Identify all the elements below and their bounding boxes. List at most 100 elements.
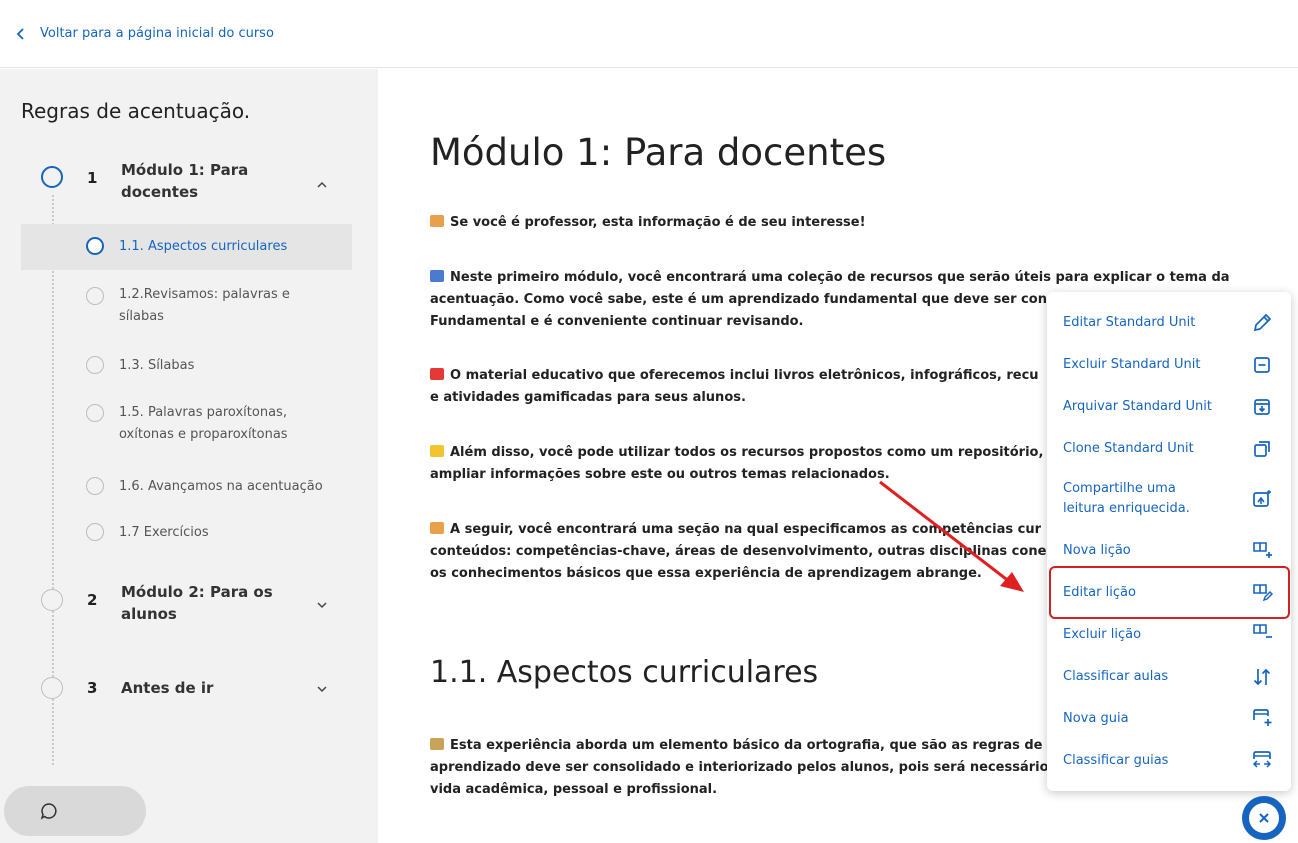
teacher-emoji-icon [430,215,444,227]
lesson-1-5[interactable]: 1.5. Palavras paroxítonas, oxítonas e pr… [21,398,352,452]
course-sidebar: Regras de acentuação. 1 Módulo 1: Para d… [0,69,378,843]
module-title: Módulo 2: Para os alunos [121,581,273,625]
module-title-line2: alunos [121,605,177,623]
menu-item-delete-unit[interactable]: Excluir Standard Unit [1047,348,1291,382]
chevron-up-icon[interactable] [316,179,328,191]
module-title: Antes de ir [121,679,214,697]
lesson-label: 1.7 Exercícios [119,525,209,540]
back-link-label: Voltar para a página inicial do curso [40,26,274,41]
lesson-status-circle [86,356,104,374]
paragraph-line: O material educativo que oferecemos incl… [450,368,1039,383]
copy-icon [1254,441,1270,457]
lesson-label-line2: oxítonas e proparoxítonas [119,427,288,442]
lesson-label: 1.5. Palavras paroxítonas, oxítonas e pr… [119,402,288,446]
paragraph-line: Se você é professor, esta informação é d… [450,215,866,230]
share-image-icon [1253,490,1271,507]
hourglass-emoji-icon [430,738,444,750]
menu-item-clone-unit[interactable]: Clone Standard Unit [1047,432,1291,466]
menu-item-label: Arquivar Standard Unit [1063,399,1212,414]
chevron-down-icon[interactable] [316,599,328,611]
paragraph-line: vida acadêmica, pessoal e profissional. [430,782,718,797]
lesson-status-circle [86,237,104,255]
menu-item-label: Classificar guias [1063,753,1169,768]
close-icon [1259,813,1269,823]
paragraph-line: e atividades gamificadas para seus aluno… [430,390,746,405]
menu-item-label-line2: leitura enriquecida. [1063,501,1190,516]
minus-box-icon [1254,357,1270,373]
paragraph-line: Esta experiência aborda um elemento bási… [450,738,1043,753]
menu-item-label: Compartilhe uma leitura enriquecida. [1063,479,1190,519]
lesson-status-circle [86,477,104,495]
paragraph-intro: Se você é professor, esta informação é d… [430,212,1250,234]
page-title: Módulo 1: Para docentes [430,131,887,174]
lesson-label: 1.2.Revisamos: palavras e sílabas [119,284,290,328]
module-3[interactable]: 3 Antes de ir [0,675,378,705]
section-title: 1.1. Aspectos curriculares [430,655,819,690]
module-status-circle [41,677,63,699]
lesson-1-1[interactable]: 1.1. Aspectos curriculares [21,224,352,270]
paragraph-line: conteúdos: competências-chave, áreas de … [430,544,1047,559]
highlight-box [1049,566,1290,619]
module-title-line1: Módulo 2: Para os [121,583,273,601]
module-title: Módulo 1: Para docentes [121,159,248,203]
book-plus-icon [1253,542,1272,558]
module-number: 1 [87,169,98,187]
module-2[interactable]: 2 Módulo 2: Para os alunos [0,581,378,633]
menu-item-label: Classificar aulas [1063,669,1169,684]
menu-item-label: Clone Standard Unit [1063,441,1194,456]
menu-item-label: Nova lição [1063,543,1131,558]
close-menu-button[interactable] [1242,796,1286,840]
menu-item-sort-lessons[interactable]: Classificar aulas [1047,660,1291,694]
paragraph-line: os conhecimentos básicos que essa experi… [430,566,982,581]
paragraph-line: acentuação. Como você sabe, este é um ap… [430,292,1047,307]
top-bar: Voltar para a página inicial do curso [0,0,1298,68]
pencil-icon [1253,313,1272,332]
lesson-1-2[interactable]: 1.2.Revisamos: palavras e sílabas [21,280,352,334]
menu-item-new-tab[interactable]: Nova guia [1047,702,1291,736]
lesson-label: 1.3. Sílabas [119,358,195,373]
module-status-circle [41,166,63,188]
paragraph-line: A seguir, você encontrará uma seção na q… [450,522,1041,537]
menu-item-label: Excluir lição [1063,627,1142,642]
menu-item-edit-unit[interactable]: Editar Standard Unit [1047,306,1291,340]
lesson-1-7[interactable]: 1.7 Exercícios [21,517,352,551]
chat-bubble-icon [40,803,57,820]
lesson-1-6[interactable]: 1.6. Avançamos na acentuação [21,471,352,505]
menu-item-new-lesson[interactable]: Nova lição [1047,534,1291,568]
teacher-emoji-icon [430,522,444,534]
menu-item-archive-unit[interactable]: Arquivar Standard Unit [1047,390,1291,424]
book-minus-icon [1253,624,1272,638]
module-title-line1: Módulo 1: Para [121,161,249,179]
back-to-course-link[interactable]: Voltar para a página inicial do curso [14,26,274,41]
menu-item-label: Nova guia [1063,711,1129,726]
menu-item-label: Excluir Standard Unit [1063,357,1201,372]
lesson-status-circle [86,404,104,422]
lesson-label-line2: sílabas [119,309,164,324]
paragraph-line: Neste primeiro módulo, você encontrará u… [450,270,1230,285]
chevron-down-icon[interactable] [316,683,328,695]
module-title-line2: docentes [121,183,199,201]
menu-item-delete-lesson[interactable]: Excluir lição [1047,618,1291,652]
module-1[interactable]: 1 Módulo 1: Para docentes [0,159,378,211]
menu-item-label: Editar Standard Unit [1063,315,1196,330]
paragraph-line: aprendizado deve ser consolidado e inter… [430,760,1049,775]
sort-icon [1253,668,1271,686]
lesson-label-line1: 1.5. Palavras paroxítonas, [119,405,287,420]
lesson-status-circle [86,523,104,541]
lightbulb-emoji-icon [430,445,444,457]
menu-item-sort-tabs[interactable]: Classificar guias [1047,744,1291,778]
lesson-1-3[interactable]: 1.3. Sílabas [21,349,352,383]
lesson-label-line1: 1.2.Revisamos: palavras e [119,287,290,302]
tab-plus-icon [1253,709,1272,726]
menu-item-share-reading[interactable]: Compartilhe uma leitura enriquecida. [1047,476,1291,522]
menu-item-label-line1: Compartilhe uma [1063,481,1176,496]
lesson-label: 1.1. Aspectos curriculares [119,239,288,254]
course-title: Regras de acentuação. [21,99,251,123]
pushpin-emoji-icon [430,368,444,380]
module-number: 2 [87,591,98,609]
archive-icon [1254,399,1270,415]
chat-button[interactable] [4,786,146,836]
module-status-circle [41,589,63,611]
context-menu: Editar Standard Unit Excluir Standard Un… [1047,292,1291,791]
module-number: 3 [87,679,98,697]
